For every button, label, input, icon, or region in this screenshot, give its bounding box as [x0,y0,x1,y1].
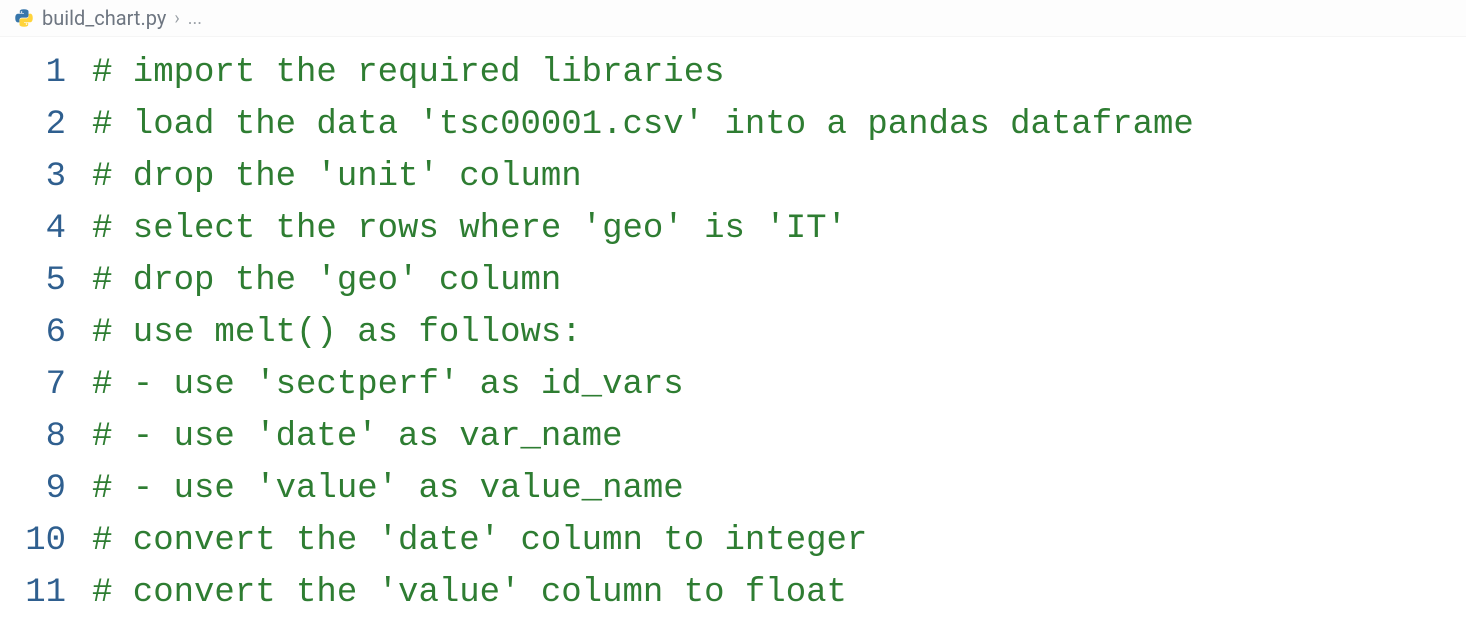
code-line[interactable]: # use melt() as follows: [92,307,1466,359]
line-number: 10 [0,515,66,567]
line-number: 4 [0,203,66,255]
code-line[interactable]: # - use 'sectperf' as id_vars [92,359,1466,411]
code-line[interactable]: # convert the 'date' column to integer [92,515,1466,567]
line-number: 11 [0,567,66,619]
editor-body[interactable]: 1 2 3 4 5 6 7 8 9 10 11 # import the req… [0,37,1466,642]
breadcrumb-file-name[interactable]: build_chart.py [42,6,166,30]
code-line[interactable]: # - use 'value' as value_name [92,463,1466,515]
code-line[interactable]: # import the required libraries [92,47,1466,99]
line-number: 5 [0,255,66,307]
code-line[interactable]: # drop the 'geo' column [92,255,1466,307]
line-number: 6 [0,307,66,359]
code-area[interactable]: # import the required libraries # load t… [92,47,1466,642]
line-number: 7 [0,359,66,411]
python-icon [14,8,34,28]
breadcrumb-separator: › [174,8,179,29]
editor-container: build_chart.py › ... 1 2 3 4 5 6 7 8 9 1… [0,0,1466,642]
line-number-gutter: 1 2 3 4 5 6 7 8 9 10 11 [0,47,92,642]
code-line[interactable]: # convert the 'value' column to float [92,567,1466,619]
line-number: 8 [0,411,66,463]
code-line[interactable]: # select the rows where 'geo' is 'IT' [92,203,1466,255]
breadcrumb[interactable]: build_chart.py › ... [0,0,1466,37]
code-line[interactable]: # - use 'date' as var_name [92,411,1466,463]
line-number: 3 [0,151,66,203]
code-line[interactable]: # load the data 'tsc00001.csv' into a pa… [92,99,1466,151]
breadcrumb-more[interactable]: ... [188,8,202,29]
line-number: 9 [0,463,66,515]
line-number: 1 [0,47,66,99]
code-line[interactable]: # drop the 'unit' column [92,151,1466,203]
line-number: 2 [0,99,66,151]
